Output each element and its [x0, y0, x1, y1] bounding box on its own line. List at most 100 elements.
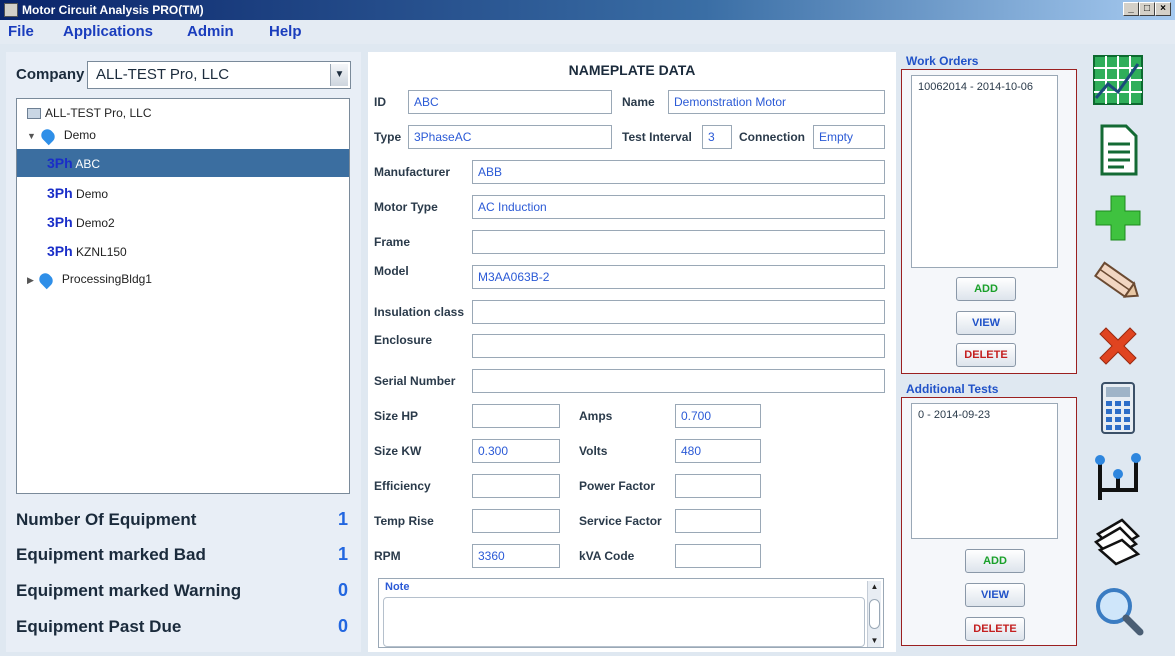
tree-item-label: Demo	[76, 187, 109, 201]
insulation-class-field[interactable]	[472, 300, 885, 324]
equipment-panel: Company ALL-TEST Pro, LLC ▼ ALL-TEST Pro…	[6, 52, 361, 652]
rpm-label: RPM	[374, 549, 401, 563]
delete-icon[interactable]	[1092, 320, 1144, 372]
size-kw-field[interactable]: 0.300	[472, 439, 560, 463]
document-icon[interactable]	[1092, 124, 1144, 176]
serial-number-field[interactable]	[472, 369, 885, 393]
kva-code-label: kVA Code	[579, 549, 635, 563]
work-order-delete-button[interactable]: DELETE	[956, 343, 1016, 367]
power-factor-field[interactable]	[675, 474, 761, 498]
additional-test-add-button[interactable]: ADD	[965, 549, 1025, 573]
frame-label: Frame	[374, 235, 411, 249]
tree-item-demo[interactable]: ▼ Demo	[17, 121, 349, 149]
work-orders-list[interactable]: 10062014 - 2014-10-06	[911, 75, 1058, 268]
scroll-up-icon[interactable]: ▲	[868, 581, 881, 593]
stat-label-equipment: Number Of Equipment	[16, 510, 197, 529]
size-hp-field[interactable]	[472, 404, 560, 428]
work-order-view-button[interactable]: VIEW	[956, 311, 1016, 335]
hierarchy-icon[interactable]	[1092, 450, 1144, 502]
equipment-tree[interactable]: ALL-TEST Pro, LLC ▼ Demo 3Ph ABC 3Ph Demo…	[16, 98, 350, 494]
edit-pencil-icon[interactable]	[1092, 256, 1144, 308]
menu-applications[interactable]: Applications	[63, 23, 153, 40]
name-field[interactable]: Demonstration Motor	[668, 90, 885, 114]
additional-test-delete-button[interactable]: DELETE	[965, 617, 1025, 641]
company-select[interactable]: ALL-TEST Pro, LLC ▼	[87, 61, 351, 89]
tree-item-abc[interactable]: 3Ph ABC	[17, 149, 349, 177]
tool-bar	[1082, 52, 1175, 652]
list-item[interactable]: 10062014 - 2014-10-06	[918, 81, 1051, 93]
note-textarea[interactable]	[383, 597, 865, 647]
menu-help[interactable]: Help	[269, 23, 302, 40]
search-icon[interactable]	[1092, 584, 1144, 636]
kva-code-field[interactable]	[675, 544, 761, 568]
three-phase-icon: 3Ph	[47, 155, 73, 171]
insulation-class-label: Insulation class	[374, 305, 465, 319]
expand-arrow-icon: ▼	[27, 131, 36, 141]
close-button[interactable]: ×	[1155, 2, 1171, 16]
work-orders-title: Work Orders	[906, 54, 979, 68]
amps-label: Amps	[579, 409, 613, 423]
rpm-field[interactable]: 3360	[472, 544, 560, 568]
efficiency-field[interactable]	[472, 474, 560, 498]
additional-tests-list[interactable]: 0 - 2014-09-23	[911, 403, 1058, 539]
motor-type-field[interactable]: AC Induction	[472, 195, 885, 219]
amps-field[interactable]: 0.700	[675, 404, 761, 428]
efficiency-label: Efficiency	[374, 479, 431, 493]
location-pin-icon	[36, 270, 56, 290]
model-field[interactable]: M3AA063B-2	[472, 265, 885, 289]
scroll-thumb[interactable]	[869, 599, 880, 629]
grid-chart-icon[interactable]	[1092, 54, 1144, 106]
calculator-icon[interactable]	[1092, 382, 1144, 434]
additional-tests-title: Additional Tests	[906, 382, 999, 396]
tree-item-processing[interactable]: ▶ ProcessingBldg1	[17, 265, 349, 293]
test-interval-field[interactable]: 3	[702, 125, 732, 149]
additional-test-view-button[interactable]: VIEW	[965, 583, 1025, 607]
power-factor-label: Power Factor	[579, 479, 656, 493]
additional-tests-box: 0 - 2014-09-23 ADD VIEW DELETE	[901, 397, 1077, 646]
tree-item-label: ALL-TEST Pro, LLC	[45, 106, 152, 120]
tree-item-kznl150[interactable]: 3Ph KZNL150	[17, 237, 349, 265]
service-factor-label: Service Factor	[579, 514, 662, 528]
motor-type-label: Motor Type	[374, 200, 438, 214]
type-field[interactable]: 3PhaseAC	[408, 125, 612, 149]
tree-item-demo2[interactable]: 3Ph Demo2	[17, 208, 349, 236]
minimize-button[interactable]: _	[1123, 2, 1139, 16]
title-bar: Motor Circuit Analysis PRO(TM) _ □ ×	[0, 0, 1175, 20]
stat-value-bad: 1	[338, 544, 349, 564]
service-factor-field[interactable]	[675, 509, 761, 533]
company-value: ALL-TEST Pro, LLC	[96, 66, 230, 83]
serial-number-label: Serial Number	[374, 374, 456, 388]
volts-field[interactable]: 480	[675, 439, 761, 463]
temp-rise-label: Temp Rise	[374, 514, 434, 528]
volts-label: Volts	[579, 444, 608, 458]
expand-arrow-icon: ▶	[27, 275, 34, 285]
tree-item-label: ProcessingBldg1	[61, 272, 152, 286]
list-item[interactable]: 0 - 2014-09-23	[918, 409, 1051, 421]
manufacturer-field[interactable]: ABB	[472, 160, 885, 184]
add-icon[interactable]	[1092, 192, 1144, 244]
location-pin-icon	[38, 126, 58, 146]
scroll-down-icon[interactable]: ▼	[868, 635, 881, 647]
connection-label: Connection	[739, 130, 805, 144]
stat-value-warning: 0	[338, 580, 349, 600]
tree-item-label: KZNL150	[76, 245, 127, 259]
chevron-down-icon[interactable]: ▼	[330, 64, 348, 86]
model-label: Model	[374, 264, 409, 278]
company-label: Company	[16, 66, 85, 83]
documents-stack-icon[interactable]	[1092, 514, 1144, 566]
temp-rise-field[interactable]	[472, 509, 560, 533]
id-label: ID	[374, 95, 386, 109]
maximize-button[interactable]: □	[1139, 2, 1155, 16]
menu-admin[interactable]: Admin	[187, 23, 234, 40]
frame-field[interactable]	[472, 230, 885, 254]
window-title: Motor Circuit Analysis PRO(TM)	[22, 3, 204, 17]
tree-item-demo-motor[interactable]: 3Ph Demo	[17, 179, 349, 207]
enclosure-field[interactable]	[472, 334, 885, 358]
nameplate-panel: NAMEPLATE DATA ID ABC Name Demonstration…	[368, 52, 896, 652]
work-order-add-button[interactable]: ADD	[956, 277, 1016, 301]
menu-file[interactable]: File	[8, 23, 34, 40]
stat-label-warning: Equipment marked Warning	[16, 581, 242, 600]
note-scrollbar[interactable]: ▲ ▼	[867, 581, 881, 647]
id-field[interactable]: ABC	[408, 90, 612, 114]
connection-field[interactable]: Empty	[813, 125, 885, 149]
